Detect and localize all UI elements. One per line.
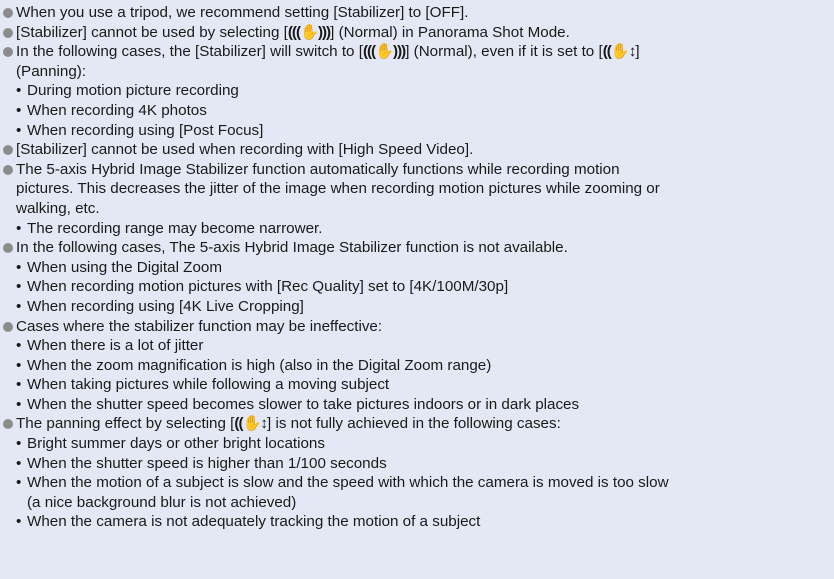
note-text: In the following cases, the [Stabilizer]… — [16, 43, 363, 61]
list-item: • The recording range may become narrower… — [16, 219, 323, 237]
sub-bullet: • — [16, 356, 22, 374]
sub-bullet: • — [16, 82, 22, 100]
sub-list: • During motion picture recording • When r… — [2, 81, 828, 140]
bullet-icon — [3, 47, 13, 58]
list-item: • When the shutter speed is higher than 1… — [16, 454, 387, 472]
stabilizer-normal-icon: (((✋))) — [362, 43, 406, 61]
note-panorama: [Stabilizer] cannot be used by selecting… — [2, 23, 828, 43]
bullet-icon — [3, 27, 13, 38]
note-text: The 5-axis Hybrid Image Stabilizer funct… — [16, 160, 620, 178]
sub-list: • Bright summer days or other bright loca… — [2, 434, 828, 532]
list-item: • When using the Digital Zoom — [16, 258, 222, 276]
notes-box: When you use a tripod, we recommend sett… — [0, 0, 834, 579]
sub-bullet: • — [16, 278, 22, 296]
bullet-icon — [3, 419, 13, 430]
sub-bullet: • — [16, 513, 22, 531]
sub-bullet: • — [16, 258, 22, 276]
note-text: pictures. This decreases the jitter of t… — [16, 180, 660, 198]
list-item: • When the shutter speed becomes slower t… — [16, 395, 580, 413]
stabilizer-panning-icon: ((✋↕ — [234, 415, 268, 433]
sub-list: • The recording range may become narrower… — [2, 219, 828, 239]
bullet-icon — [3, 145, 13, 156]
sub-list: • When using the Digital Zoom • When recor… — [2, 258, 828, 317]
list-item: • When recording using [4K Live Cropping] — [16, 297, 304, 315]
sub-bullet: • — [16, 337, 22, 355]
stabilizer-normal-icon: (((✋))) — [287, 23, 331, 41]
note-text: ] (Normal) in Panorama Shot Mode. — [330, 23, 570, 41]
note-text: ] (Normal), even if it is set to [ — [405, 43, 603, 61]
list-item: • When there is a lot of jitter — [16, 337, 204, 355]
list-item: • When taking pictures while following a … — [16, 376, 390, 394]
note-ineffective: Cases where the stabilizer function may … — [2, 317, 828, 337]
note-text: (Panning): — [16, 62, 87, 80]
note-text: walking, etc. — [16, 199, 100, 217]
stabilizer-panning-icon: ((✋↕ — [602, 43, 637, 61]
note-text: Cases where the stabilizer function may … — [16, 317, 383, 335]
sub-bullet: • — [16, 435, 22, 453]
sub-list: • When there is a lot of jitter • When the… — [2, 336, 828, 414]
note-panning-effect: The panning effect by selecting [((✋↕] i… — [2, 414, 828, 434]
list-item: • When recording 4K photos — [16, 101, 207, 119]
note-text: When you use a tripod, we recommend sett… — [16, 4, 469, 21]
bullet-icon — [3, 164, 13, 175]
list-item: • When recording motion pictures with [Re… — [16, 278, 509, 296]
sub-bullet: • — [16, 121, 22, 139]
bullet-icon — [3, 8, 13, 18]
sub-bullet: • — [16, 376, 22, 394]
sub-bullet: • — [16, 474, 22, 492]
note-switch-normal: In the following cases, the [Stabilizer]… — [2, 42, 828, 81]
bullet-icon — [3, 321, 13, 332]
list-item: • When the zoom magnification is high (al… — [16, 356, 492, 374]
list-item: • When the motion of a subject is slow an… — [16, 474, 669, 492]
sub-bullet: • — [16, 395, 22, 413]
note-text: [Stabilizer] cannot be used when recordi… — [16, 141, 474, 159]
sub-bullet: • — [16, 454, 22, 472]
sub-bullet: • — [16, 101, 22, 119]
note-text: The panning effect by selecting [ — [16, 415, 235, 433]
note-text: ] is not fully achieved in the following… — [267, 415, 561, 433]
sub-bullet: • — [16, 297, 22, 315]
note-text: [Stabilizer] cannot be used by selecting… — [16, 23, 288, 41]
note-high-speed: [Stabilizer] cannot be used when recordi… — [2, 140, 828, 160]
note-tripod: When you use a tripod, we recommend sett… — [2, 3, 828, 23]
list-item: • When recording using [Post Focus] — [16, 121, 264, 139]
note-hybrid-auto: The 5-axis Hybrid Image Stabilizer funct… — [2, 160, 828, 219]
list-item: • Bright summer days or other bright loca… — [16, 435, 325, 453]
list-item: • When the camera is not adequately track… — [16, 513, 481, 531]
note-text: In the following cases, The 5-axis Hybri… — [16, 239, 568, 257]
list-item: • During motion picture recording — [16, 82, 239, 100]
bullet-icon — [3, 243, 13, 254]
note-hybrid-unavailable: In the following cases, The 5-axis Hybri… — [2, 238, 828, 258]
list-item-continuation: (a nice background blur is not achieved) — [27, 493, 297, 511]
note-text: ] — [635, 43, 640, 61]
sub-bullet: • — [16, 219, 22, 237]
